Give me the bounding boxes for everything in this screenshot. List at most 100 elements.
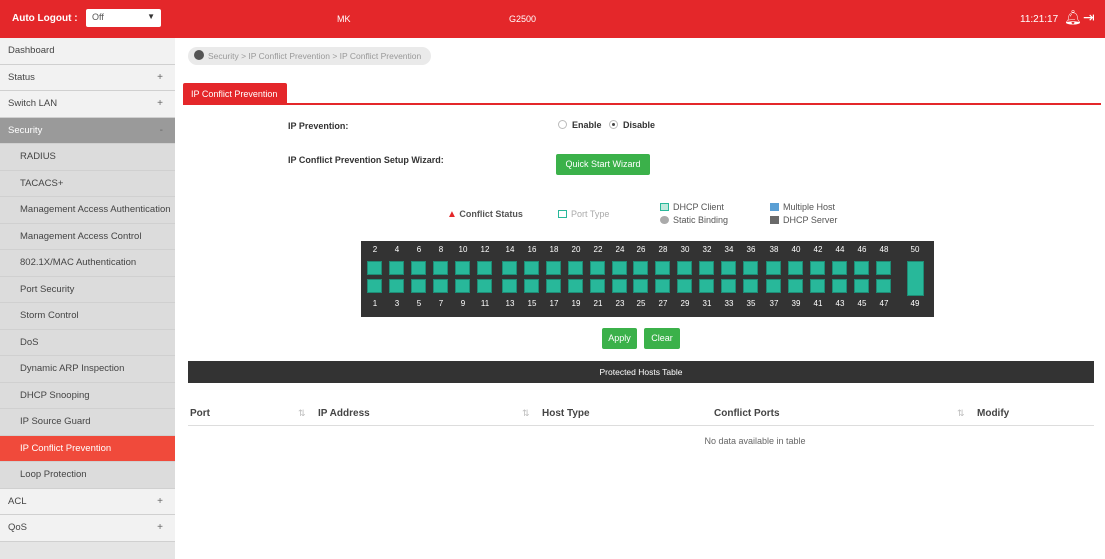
port-icon[interactable] (546, 261, 561, 275)
sidebar-item[interactable]: ACL + (0, 488, 175, 515)
port-icon[interactable] (411, 279, 426, 293)
sidebar-item[interactable]: Dashboard (0, 38, 175, 65)
port-icon[interactable] (502, 279, 517, 293)
sidebar-item[interactable]: QoS + (0, 515, 175, 542)
port-icon[interactable] (810, 279, 825, 293)
expand-icon[interactable]: + (157, 91, 163, 117)
column-host-type[interactable]: Host Type (542, 408, 590, 419)
column-port[interactable]: Port (190, 408, 210, 419)
sidebar-item[interactable]: Status + (0, 64, 175, 91)
port-icon[interactable] (699, 261, 714, 275)
sidebar-item-label: Port Security (20, 283, 75, 295)
port-icon[interactable] (699, 279, 714, 293)
sfp-port-icon[interactable] (907, 261, 924, 296)
port-icon[interactable] (612, 261, 627, 275)
logout-icon[interactable]: ⇥ (1083, 9, 1095, 26)
column-conflict-ports[interactable]: Conflict Ports (714, 408, 780, 419)
sort-icon[interactable]: ⇅ (298, 408, 306, 419)
sidebar-item[interactable]: Storm Control (0, 303, 175, 330)
port-icon[interactable] (788, 261, 803, 275)
port-icon[interactable] (455, 261, 470, 275)
port-icon[interactable] (832, 261, 847, 275)
port-icon[interactable] (568, 261, 583, 275)
sidebar-item[interactable]: Switch LAN + (0, 91, 175, 118)
sort-icon[interactable]: ⇅ (957, 408, 965, 419)
sidebar-item[interactable]: DHCP Snooping (0, 382, 175, 409)
sidebar-item[interactable]: Management Access Control (0, 223, 175, 250)
expand-icon[interactable]: + (157, 489, 163, 515)
port-number: 16 (527, 245, 537, 254)
enable-radio[interactable] (558, 120, 567, 129)
port-icon[interactable] (524, 261, 539, 275)
port-icon[interactable] (433, 279, 448, 293)
port-icon[interactable] (502, 261, 517, 275)
port-icon[interactable] (854, 279, 869, 293)
port-icon[interactable] (411, 261, 426, 275)
port-icon[interactable] (876, 261, 891, 275)
port-icon[interactable] (433, 261, 448, 275)
clear-button[interactable]: Clear (644, 328, 680, 349)
expand-icon[interactable]: + (157, 515, 163, 541)
port-icon[interactable] (721, 261, 736, 275)
apply-button[interactable]: Apply (602, 328, 637, 349)
sidebar-item[interactable]: RADIUS (0, 144, 175, 171)
column-ip-address[interactable]: IP Address (318, 408, 370, 419)
port-number: 1 (372, 299, 378, 308)
sidebar-item[interactable]: Security - (0, 117, 175, 144)
port-icon[interactable] (721, 279, 736, 293)
port-icon[interactable] (832, 279, 847, 293)
sort-icon[interactable]: ⇅ (522, 408, 530, 419)
port-icon[interactable] (655, 261, 670, 275)
port-icon[interactable] (743, 279, 758, 293)
breadcrumb-text[interactable]: Security > IP Conflict Prevention > IP C… (208, 51, 421, 61)
sidebar-item-label: Loop Protection (20, 469, 87, 480)
port-icon[interactable] (766, 261, 781, 275)
expand-icon[interactable]: + (157, 65, 163, 91)
port-icon[interactable] (389, 261, 404, 275)
sidebar-item[interactable]: Management Access Authentication (0, 197, 175, 224)
port-icon[interactable] (546, 279, 561, 293)
sidebar-item[interactable]: IP Source Guard (0, 409, 175, 436)
port-icon[interactable] (590, 279, 605, 293)
port-icon[interactable] (633, 261, 648, 275)
port-icon[interactable] (810, 261, 825, 275)
port-number: 7 (438, 299, 444, 308)
port-icon[interactable] (455, 279, 470, 293)
port-icon[interactable] (477, 261, 492, 275)
auto-logout-select[interactable]: Off ▼ (86, 9, 161, 27)
port-icon[interactable] (766, 279, 781, 293)
port-icon[interactable] (677, 261, 692, 275)
bell-icon[interactable]: 🔔︎ (1064, 9, 1082, 26)
auto-logout-label: Auto Logout : (12, 13, 78, 24)
sidebar-item[interactable]: Loop Protection (0, 462, 175, 489)
tab-underline (183, 103, 1101, 105)
sidebar-item[interactable]: 802.1X/MAC Authentication (0, 250, 175, 277)
port-icon[interactable] (477, 279, 492, 293)
legend-dhcp-client: DHCP Client (660, 202, 724, 212)
port-icon[interactable] (590, 261, 605, 275)
port-icon[interactable] (568, 279, 583, 293)
port-icon[interactable] (633, 279, 648, 293)
port-icon[interactable] (854, 261, 869, 275)
port-icon[interactable] (788, 279, 803, 293)
port-number: 40 (791, 245, 801, 254)
tab-ip-conflict-prevention[interactable]: IP Conflict Prevention (183, 83, 288, 104)
quick-start-wizard-button[interactable]: Quick Start Wizard (556, 154, 650, 175)
column-modify[interactable]: Modify (977, 408, 1009, 419)
port-icon[interactable] (367, 279, 382, 293)
sidebar-item[interactable]: Port Security (0, 276, 175, 303)
port-icon[interactable] (367, 261, 382, 275)
port-icon[interactable] (876, 279, 891, 293)
port-icon[interactable] (524, 279, 539, 293)
port-icon[interactable] (677, 279, 692, 293)
collapse-icon[interactable]: - (160, 118, 163, 144)
port-icon[interactable] (655, 279, 670, 293)
port-number: 29 (680, 299, 690, 308)
sidebar-item[interactable]: Dynamic ARP Inspection (0, 356, 175, 383)
port-icon[interactable] (612, 279, 627, 293)
disable-radio[interactable] (609, 120, 619, 129)
sidebar-item[interactable]: DoS (0, 329, 175, 356)
sidebar-item[interactable]: TACACS+ (0, 170, 175, 197)
port-icon[interactable] (743, 261, 758, 275)
port-icon[interactable] (389, 279, 404, 293)
